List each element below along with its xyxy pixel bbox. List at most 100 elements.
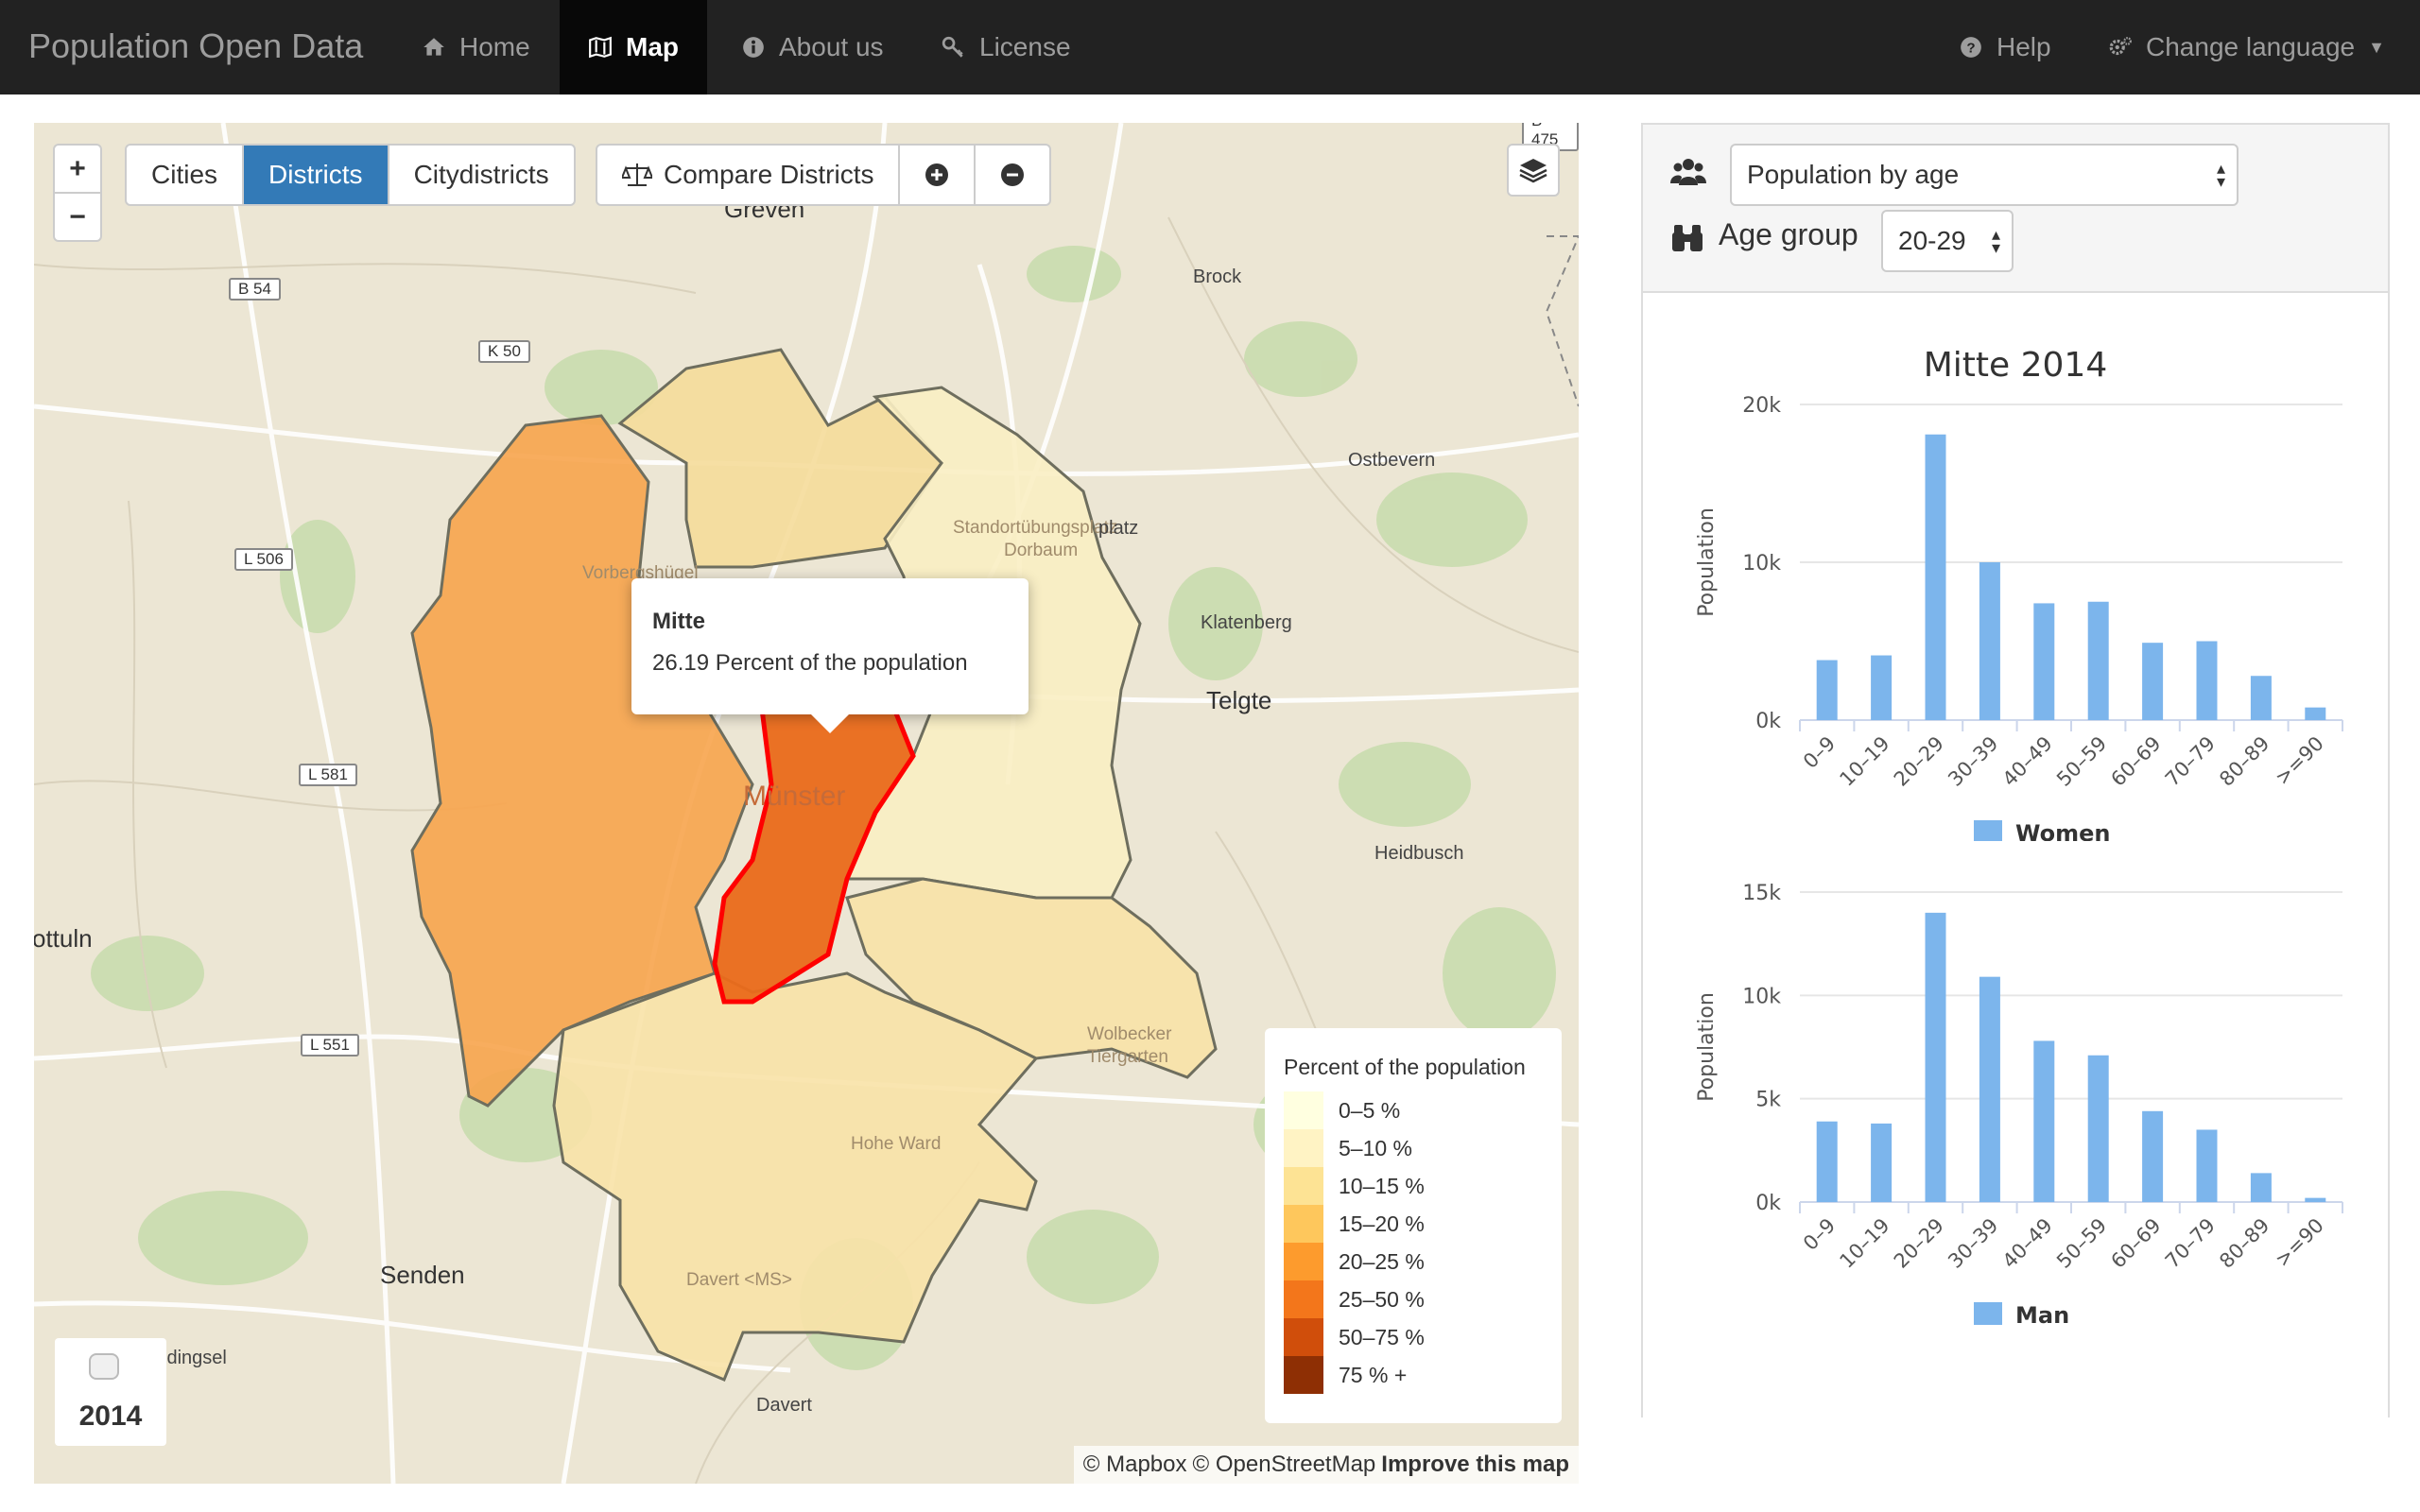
y-tick-label: 5k <box>1755 1089 1781 1112</box>
level-switcher: Cities Districts Citydistricts <box>125 144 576 206</box>
nav-license[interactable]: License <box>913 0 1099 94</box>
bar[interactable] <box>1816 1121 1838 1202</box>
layers-button[interactable] <box>1507 144 1560 197</box>
bar[interactable] <box>1979 976 2000 1202</box>
legend-item: 75 % + <box>1284 1356 1543 1394</box>
home-icon <box>424 38 444 56</box>
age-group-select[interactable]: 20-29 ▴ ▾ <box>1881 210 2014 272</box>
legend-series-name[interactable]: Man <box>2015 1302 2069 1329</box>
legend-label: 25–50 % <box>1339 1286 1425 1312</box>
bar[interactable] <box>2033 1040 2055 1202</box>
x-tick-label: 60–69 <box>2106 732 2165 791</box>
bar[interactable] <box>1816 660 1838 720</box>
legend-swatch <box>1284 1129 1323 1167</box>
key-icon <box>942 36 963 58</box>
age-group-select-value: 20-29 <box>1898 226 1966 255</box>
attribution-improve[interactable]: Improve this map <box>1381 1452 1569 1478</box>
attribution-mapbox[interactable]: © Mapbox <box>1083 1452 1187 1478</box>
nav-language[interactable]: Change language ▼ <box>2080 0 2413 94</box>
x-tick-label: 20–29 <box>1890 1214 1948 1273</box>
age-group-label: Age group <box>1719 217 1858 251</box>
road-k50: K 50 <box>478 340 530 363</box>
panel-header: Population by age ▴ ▾ Age group 20-29 ▴ ▾ <box>1643 125 2388 293</box>
legend-swatch <box>1284 1318 1323 1356</box>
women-age-chart: Mitte 2014 0k 10k 20k Population 0–910–1920–2… <box>1695 346 2343 841</box>
select-arrows-icon: ▴ ▾ <box>1991 225 2000 257</box>
legend-label: 50–75 % <box>1339 1324 1425 1349</box>
attribution-osm[interactable]: © OpenStreetMap <box>1193 1452 1376 1478</box>
nav-map[interactable]: Map <box>560 0 707 94</box>
cities-button[interactable]: Cities <box>127 146 245 204</box>
bar[interactable] <box>2142 643 2164 720</box>
x-tick-label: 40–49 <box>1998 732 2057 791</box>
legend-label: 75 % + <box>1339 1362 1408 1387</box>
map-legend: Percent of the population 0–5 % 5–10 % 10–… <box>1265 1028 1562 1423</box>
legend-item: 20–25 % <box>1284 1243 1543 1280</box>
dataset-select[interactable]: Population by age ▴ ▾ <box>1730 144 2238 206</box>
brand[interactable]: Population Open Data <box>28 26 363 66</box>
year-label: 2014 <box>78 1400 143 1432</box>
bar[interactable] <box>2250 1173 2272 1202</box>
zoom-control: + − <box>53 144 102 242</box>
x-tick-label: 60–69 <box>2106 1214 2165 1273</box>
x-tick-label: 40–49 <box>1998 1214 2057 1273</box>
legend-swatch <box>1284 1280 1323 1318</box>
x-tick-label: 0–9 <box>1799 732 1840 773</box>
add-compare-button[interactable] <box>900 146 977 204</box>
tooltip-district-name: Mitte <box>652 609 705 634</box>
legend-series-name[interactable]: Women <box>2015 820 2110 841</box>
bar[interactable] <box>1979 562 2000 720</box>
x-tick-label: 30–39 <box>1944 1214 2002 1273</box>
nav-home[interactable]: Home <box>393 0 559 94</box>
bar[interactable] <box>2196 1129 2218 1202</box>
label-davertms: Davert <MS> <box>686 1270 792 1290</box>
y-tick-label: 10k <box>1742 552 1781 576</box>
compare-districts-label: Compare Districts <box>664 160 874 189</box>
compare-districts-button[interactable]: Compare Districts <box>597 146 901 204</box>
bar[interactable] <box>1871 1123 1893 1202</box>
legend-label: 15–20 % <box>1339 1211 1425 1236</box>
bar[interactable] <box>2087 1055 2109 1202</box>
map-icon <box>589 36 612 59</box>
map[interactable]: Greven Brock Ostbevern Klatenberg Telgte… <box>34 123 1579 1484</box>
x-tick-label: >=90 <box>2271 732 2328 790</box>
bar[interactable] <box>2250 676 2272 720</box>
bar[interactable] <box>1925 912 1946 1202</box>
bar[interactable] <box>1871 655 1893 720</box>
nav-help[interactable]: ? Help <box>1930 0 2080 94</box>
x-tick-label: 70–79 <box>2161 732 2220 791</box>
road-b54: B 54 <box>229 278 281 301</box>
minus-circle-icon <box>1001 163 1025 186</box>
zoom-out-button[interactable]: − <box>55 194 100 240</box>
x-tick-label: 10–19 <box>1835 1214 1893 1273</box>
caret-down-icon: ▼ <box>2368 37 2385 57</box>
label-tiergarten: Tiergarten <box>1087 1047 1168 1067</box>
legend-swatch[interactable] <box>1974 820 2002 841</box>
road-l506: L 506 <box>234 548 293 571</box>
legend-item: 0–5 % <box>1284 1091 1543 1129</box>
nav-about[interactable]: About us <box>713 0 912 94</box>
legend-item: 15–20 % <box>1284 1205 1543 1243</box>
bar[interactable] <box>1925 434 1946 720</box>
bar[interactable] <box>2087 601 2109 720</box>
citydistricts-button[interactable]: Citydistricts <box>389 146 574 204</box>
x-tick-label: 30–39 <box>1944 732 2002 791</box>
year-checkbox[interactable] <box>89 1353 119 1380</box>
legend-swatch[interactable] <box>1974 1302 2002 1325</box>
info-icon <box>743 37 764 58</box>
label-muenster: Münster <box>743 781 846 812</box>
y-tick-label: 10k <box>1742 985 1781 1008</box>
nav-map-label: Map <box>626 32 679 61</box>
zoom-in-button[interactable]: + <box>55 146 100 194</box>
x-tick-label: 0–9 <box>1799 1214 1840 1255</box>
dataset-select-value: Population by age <box>1747 160 1960 189</box>
bar[interactable] <box>2305 707 2326 720</box>
bar[interactable] <box>2033 603 2055 720</box>
balance-scale-icon <box>622 163 652 186</box>
bar[interactable] <box>2196 641 2218 721</box>
districts-button[interactable]: Districts <box>244 146 389 204</box>
bar[interactable] <box>2305 1197 2326 1202</box>
x-tick-label: 70–79 <box>2161 1214 2220 1273</box>
remove-compare-button[interactable] <box>976 146 1049 204</box>
bar[interactable] <box>2142 1110 2164 1202</box>
